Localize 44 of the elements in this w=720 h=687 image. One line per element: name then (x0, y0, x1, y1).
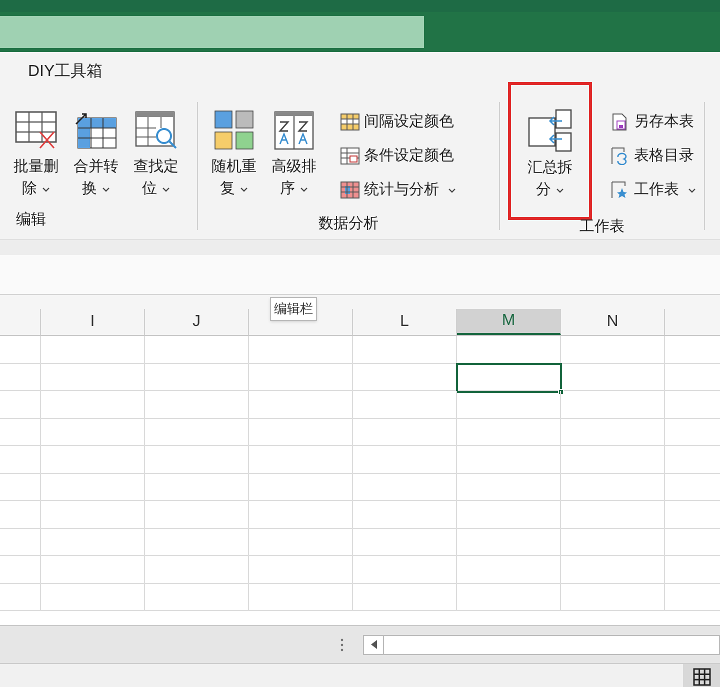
table-search-icon (134, 110, 178, 150)
caret-icon (448, 188, 456, 192)
ribbon-tab[interactable]: DIY工具箱 (28, 60, 103, 84)
tooltip: 编辑栏 (270, 297, 317, 320)
ribbon-button[interactable]: 高级排序 (266, 102, 322, 200)
ribbon-button[interactable]: 批量删除 (8, 102, 64, 200)
ribbon-button[interactable]: 查找定位 (128, 102, 184, 200)
colored-squares-icon (212, 110, 256, 150)
column-header[interactable]: J (145, 309, 249, 335)
caret-icon (102, 186, 110, 192)
caret-icon (556, 188, 564, 193)
selected-cell[interactable] (456, 362, 562, 392)
table-delete-icon (14, 110, 58, 150)
group-label: 编辑 (16, 210, 46, 230)
column-header[interactable]: N (561, 309, 665, 335)
caret-icon (42, 186, 50, 192)
ribbon-button[interactable]: 表格目录 (610, 142, 696, 170)
grid-icon (692, 668, 710, 686)
ribbon-button[interactable]: 随机重复 (206, 102, 262, 200)
split-arrows-icon (526, 109, 574, 153)
scroll-left-icon[interactable] (370, 640, 376, 649)
ribbon-button[interactable]: 汇总拆分 (508, 82, 592, 220)
column-header[interactable]: I (41, 309, 145, 335)
ribbon-button[interactable]: 间隔设定颜色 (340, 108, 456, 136)
horizontal-scrollbar[interactable] (363, 634, 720, 654)
ribbon-button[interactable]: 统计与分析 (340, 176, 456, 204)
striped-table-icon (340, 113, 360, 131)
table-condition-icon (340, 147, 360, 165)
ribbon-button[interactable]: 工作表 (610, 176, 696, 204)
stats-table-icon (340, 181, 360, 199)
caret-icon (688, 188, 696, 192)
caret-icon (240, 186, 248, 192)
ribbon-button[interactable]: 另存本表 (610, 108, 696, 136)
title-search-field[interactable] (0, 16, 424, 48)
group-label: 数据分析 (318, 214, 378, 234)
ribbon-button[interactable]: 条件设定颜色 (340, 142, 456, 170)
column-header[interactable]: M (457, 309, 561, 335)
sort-icon (272, 110, 316, 150)
caret-icon (300, 186, 308, 192)
caret-icon (162, 186, 170, 192)
normal-view-button[interactable] (683, 664, 720, 687)
splitter-handle-icon[interactable] (340, 638, 344, 652)
group-label: 工作表 (580, 217, 624, 237)
ribbon-button[interactable]: 合并转换 (68, 102, 124, 200)
